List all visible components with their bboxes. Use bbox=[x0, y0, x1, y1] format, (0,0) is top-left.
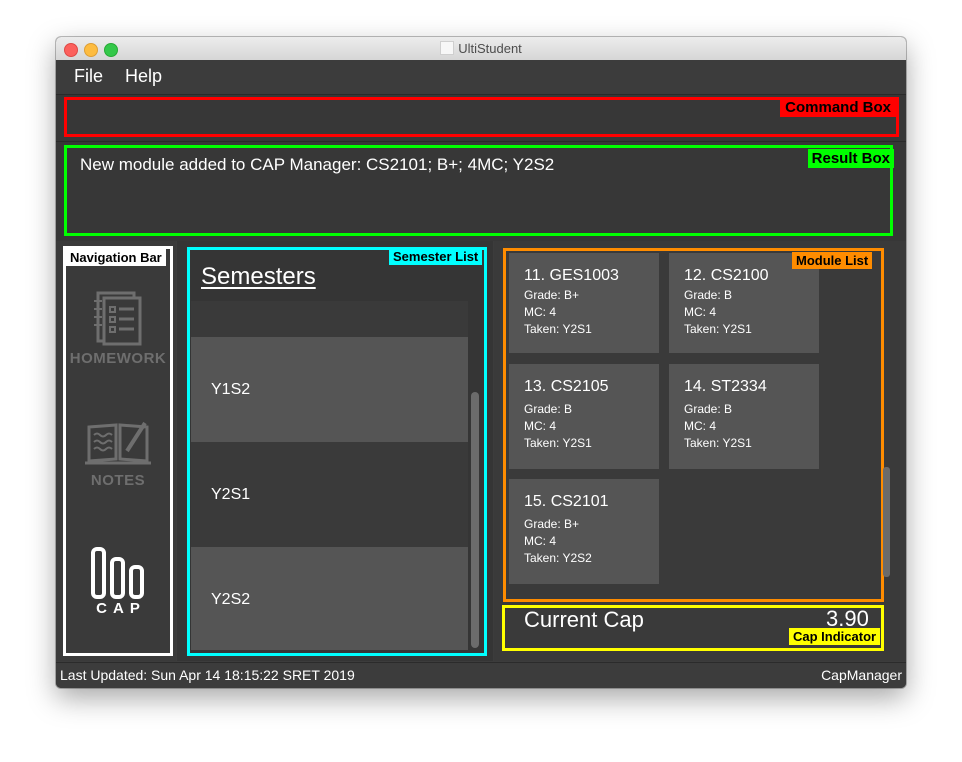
result-box-annotation: Result Box bbox=[807, 149, 894, 168]
cap-indicator-annotation: Cap Indicator bbox=[789, 628, 881, 645]
nav-label-cap: CAP bbox=[96, 600, 146, 617]
app-icon bbox=[440, 41, 455, 55]
notes-icon bbox=[85, 421, 151, 465]
semester-list-annotation: Semester List bbox=[389, 248, 483, 265]
nav-item-cap[interactable]: CAP bbox=[66, 545, 170, 617]
cap-icon bbox=[91, 547, 144, 599]
menu-file[interactable]: File bbox=[74, 66, 103, 87]
command-input[interactable] bbox=[67, 100, 896, 134]
command-box-annotation: Command Box bbox=[780, 98, 896, 117]
cap-indicator-label: Current Cap bbox=[524, 607, 644, 632]
module-list-scrollbar[interactable] bbox=[883, 467, 890, 577]
menu-help[interactable]: Help bbox=[125, 66, 162, 87]
nav-item-notes[interactable]: NOTES bbox=[66, 419, 170, 489]
module-list bbox=[503, 248, 884, 602]
status-app-name: CapManager bbox=[821, 667, 902, 683]
module-list-annotation: Module List bbox=[792, 252, 873, 269]
navigation-bar-annotation: Navigation Bar bbox=[66, 249, 166, 266]
nav-label-homework: HOMEWORK bbox=[69, 350, 167, 367]
result-text: New module added to CAP Manager: CS2101;… bbox=[80, 155, 555, 174]
window-title: UltiStudent bbox=[458, 41, 522, 56]
command-box[interactable] bbox=[64, 97, 899, 137]
semester-list bbox=[187, 247, 487, 656]
window-title-wrap: UltiStudent bbox=[56, 41, 906, 56]
status-last-updated: Last Updated: Sun Apr 14 18:15:22 SRET 2… bbox=[60, 667, 355, 683]
semester-list-title: Semesters bbox=[201, 263, 316, 290]
nav-label-notes: NOTES bbox=[90, 472, 146, 489]
app-window: UltiStudent File Help Command Box Result… bbox=[56, 37, 906, 688]
title-bar: UltiStudent bbox=[56, 37, 906, 61]
menu-bar: File Help bbox=[56, 60, 906, 94]
homework-icon bbox=[94, 291, 142, 346]
nav-item-homework[interactable]: HOMEWORK bbox=[66, 289, 170, 367]
